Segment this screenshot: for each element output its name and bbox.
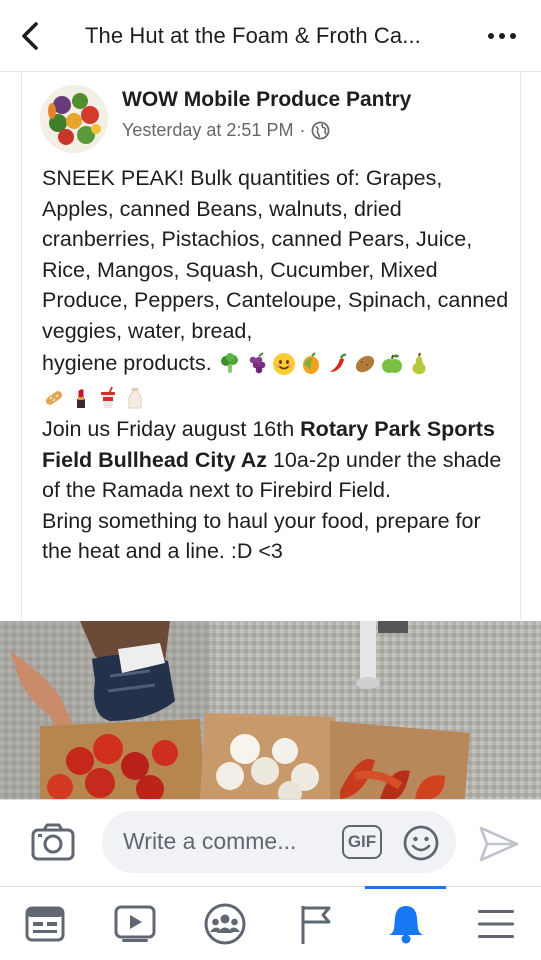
tab-pages[interactable] bbox=[271, 887, 361, 960]
page-title: The Hut at the Foam & Froth Ca... bbox=[85, 22, 421, 48]
bell-icon bbox=[389, 906, 423, 944]
milk-bottle-icon bbox=[128, 388, 142, 409]
post-text-line: SNEEK PEAK! Bulk quantities of: Grapes, … bbox=[42, 166, 509, 343]
post-text-line: Bring something to haul your food, prepa… bbox=[42, 508, 481, 564]
tab-menu[interactable] bbox=[451, 887, 541, 960]
post-text-line: Join us Friday august 16th bbox=[42, 417, 301, 441]
news-feed-icon bbox=[25, 906, 65, 942]
emoji-button[interactable] bbox=[402, 824, 440, 862]
top-bar: The Hut at the Foam & Froth Ca... bbox=[0, 0, 541, 72]
produce-photo bbox=[0, 621, 541, 799]
post-body: SNEEK PEAK! Bulk quantities of: Grapes, … bbox=[42, 163, 512, 567]
post-paragraph bbox=[42, 380, 512, 414]
tab-watch[interactable] bbox=[90, 887, 180, 960]
post-paragraph: Bring something to haul your food, prepa… bbox=[42, 506, 512, 567]
pear-icon bbox=[412, 353, 426, 375]
hot-pepper-icon bbox=[329, 354, 347, 373]
tab-news-feed[interactable] bbox=[0, 887, 90, 960]
post-card: WOW Mobile Produce Pantry Yesterday at 2… bbox=[21, 72, 521, 620]
bottom-tab-bar bbox=[0, 886, 541, 960]
video-icon bbox=[114, 905, 156, 942]
smiling-face-icon bbox=[272, 353, 295, 376]
potato-icon bbox=[355, 356, 374, 373]
grapes-icon bbox=[249, 352, 266, 374]
emoji-row-2 bbox=[42, 386, 147, 410]
lipstick-icon bbox=[77, 389, 85, 409]
back-button[interactable] bbox=[0, 0, 60, 72]
comment-placeholder: Write a comme... bbox=[123, 828, 297, 854]
post-text-line: hygiene products. bbox=[42, 351, 212, 375]
author-name[interactable]: WOW Mobile Produce Pantry bbox=[122, 88, 411, 112]
tab-groups[interactable] bbox=[180, 887, 270, 960]
comment-bar: Write a comme... GIF bbox=[0, 799, 541, 886]
produce-logo-icon bbox=[40, 85, 108, 153]
meta-separator: · bbox=[299, 120, 306, 140]
post-meta: Yesterday at 2:51 PM · bbox=[122, 120, 330, 141]
post-timestamp[interactable]: Yesterday at 2:51 PM bbox=[122, 120, 293, 141]
send-button[interactable] bbox=[478, 824, 520, 864]
gif-button[interactable]: GIF bbox=[342, 825, 382, 859]
send-icon bbox=[479, 826, 519, 862]
post-paragraph: SNEEK PEAK! Bulk quantities of: Grapes, … bbox=[42, 163, 512, 346]
author-avatar[interactable] bbox=[40, 85, 108, 153]
groups-icon bbox=[204, 903, 246, 945]
more-horizontal-icon bbox=[488, 33, 494, 39]
camera-icon bbox=[31, 823, 75, 861]
cup-with-straw-icon bbox=[101, 386, 115, 409]
globe-icon bbox=[312, 121, 330, 140]
bread-icon bbox=[45, 391, 63, 406]
comment-input[interactable]: Write a comme... GIF bbox=[102, 811, 456, 873]
hamburger-icon bbox=[478, 910, 514, 938]
post-photo[interactable] bbox=[0, 621, 541, 799]
green-apple-icon bbox=[381, 354, 402, 374]
broccoli-icon bbox=[220, 353, 238, 374]
smiley-icon bbox=[403, 825, 439, 861]
post-paragraph: Join us Friday august 16th Rotary Park S… bbox=[42, 414, 512, 506]
tab-notifications[interactable] bbox=[361, 886, 451, 960]
more-options-button[interactable] bbox=[477, 20, 527, 52]
emoji-row bbox=[218, 352, 431, 376]
chevron-left-icon bbox=[22, 21, 38, 50]
mango-icon bbox=[302, 352, 319, 375]
post-paragraph: hygiene products. bbox=[42, 346, 512, 380]
camera-button[interactable] bbox=[30, 822, 76, 862]
flag-icon bbox=[301, 906, 331, 944]
